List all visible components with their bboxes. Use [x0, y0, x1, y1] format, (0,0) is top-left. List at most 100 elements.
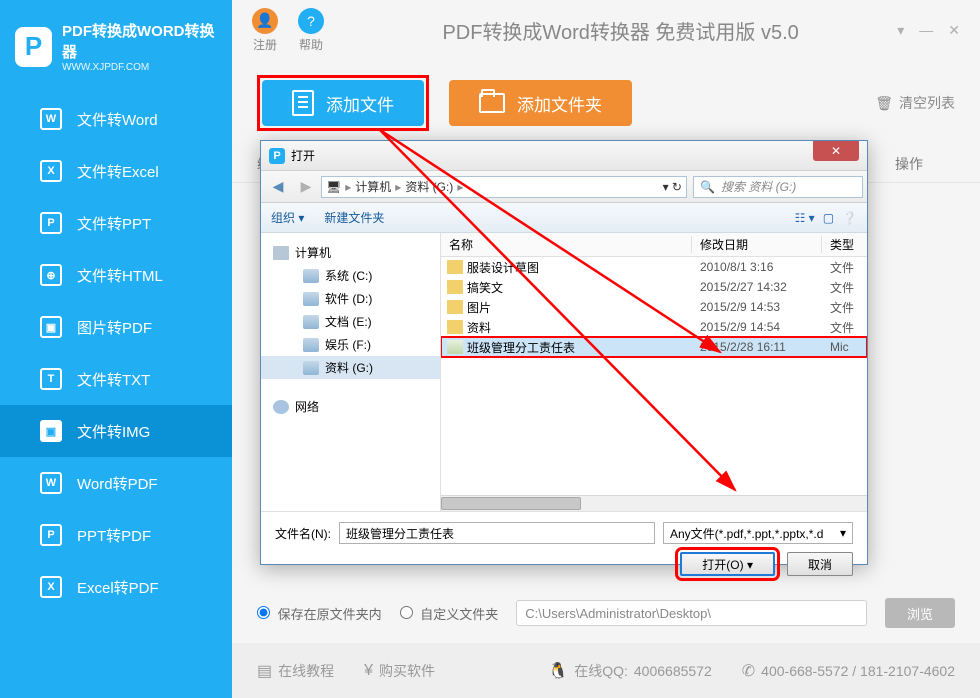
file-filter-select[interactable]: Any文件(*.pdf,*.ppt,*.pptx,*.d▾ — [663, 522, 853, 544]
menu-label: 文件转TXT — [77, 369, 150, 390]
folder-icon — [447, 280, 463, 294]
menu-label: 文件转IMG — [77, 421, 150, 442]
file-row[interactable]: 服装设计草图2010/8/1 3:16文件 — [441, 257, 867, 277]
add-file-button[interactable]: 添加文件 — [262, 80, 424, 126]
tree-item[interactable]: 计算机 — [261, 241, 440, 264]
tree-item[interactable]: 娱乐 (F:) — [261, 333, 440, 356]
folder-tree: 计算机系统 (C:)软件 (D:)文档 (E:)娱乐 (F:)资料 (G:) 网络 — [261, 233, 441, 511]
add-file-highlight: 添加文件 — [257, 75, 429, 131]
buy-link[interactable]: ¥购买软件 — [364, 661, 435, 681]
menu-icon: ▣ — [40, 316, 62, 338]
col-name-header[interactable]: 名称 — [441, 236, 692, 253]
organize-menu[interactable]: 组织 ▾ — [271, 209, 304, 226]
dialog-body: 计算机系统 (C:)软件 (D:)文档 (E:)娱乐 (F:)资料 (G:) 网络… — [261, 233, 867, 511]
menu-icon: ⊕ — [40, 264, 62, 286]
tree-item[interactable]: 网络 — [261, 395, 440, 418]
drive-icon — [303, 292, 319, 306]
sidebar-item-8[interactable]: PPPT转PDF — [0, 509, 232, 561]
sidebar-item-2[interactable]: P 文件转PPT — [0, 197, 232, 249]
path-breadcrumb[interactable]: 🖥▸ 计算机▸ 资料 (G:)▸ ▾ ↻ — [321, 176, 687, 198]
open-button[interactable]: 打开(O) ▾ — [680, 552, 775, 576]
sidebar-item-5[interactable]: T 文件转TXT — [0, 353, 232, 405]
logo-icon: P — [15, 27, 52, 67]
dropdown-icon[interactable]: ▾ — [897, 22, 904, 39]
menu-label: 文件转Excel — [77, 161, 159, 182]
tree-item[interactable]: 软件 (D:) — [261, 287, 440, 310]
tree-item[interactable]: 文档 (E:) — [261, 310, 440, 333]
menu-icon: X — [40, 576, 62, 598]
menu-icon: T — [40, 368, 62, 390]
col-type-header[interactable]: 类型 — [822, 236, 867, 253]
dialog-close-button[interactable]: ✕ — [813, 141, 859, 161]
menu-icon: P — [40, 212, 62, 234]
sidebar-item-3[interactable]: ⊕ 文件转HTML — [0, 249, 232, 301]
yen-icon: ¥ — [364, 662, 373, 680]
logo-subtitle: WWW.XJPDF.COM — [62, 62, 217, 73]
register-button[interactable]: 👤 注册 — [252, 8, 278, 53]
search-input[interactable]: 🔍 搜索 资料 (G:) — [693, 176, 863, 198]
preview-pane-button[interactable]: ▢ — [823, 211, 834, 225]
nav-back-button[interactable]: ◀ — [265, 175, 291, 199]
phone-contact[interactable]: ✆400-668-5572 / 181-2107-4602 — [742, 661, 955, 681]
view-mode-button[interactable]: ☷ ▾ — [795, 211, 815, 225]
minimize-icon[interactable]: — — [919, 22, 933, 39]
dialog-footer: 文件名(N): Any文件(*.pdf,*.ppt,*.pptx,*.d▾ 打开… — [261, 511, 867, 586]
file-row[interactable]: 搞笑文2015/2/27 14:32文件 — [441, 277, 867, 297]
tree-item[interactable]: 系统 (C:) — [261, 264, 440, 287]
col-date-header[interactable]: 修改日期 — [692, 236, 822, 253]
dialog-toolbar: 组织 ▾ 新建文件夹 ☷ ▾ ▢ ❔ — [261, 203, 867, 233]
browse-button[interactable]: 浏览 — [885, 598, 955, 628]
cancel-button[interactable]: 取消 — [787, 552, 853, 576]
dialog-title: 打开 — [291, 147, 315, 164]
output-options: 保存在原文件夹内 自定义文件夹 浏览 — [257, 598, 955, 628]
app-title: PDF转换成Word转换器 免费试用版 v5.0 — [344, 16, 897, 45]
comp-icon — [273, 246, 289, 260]
trash-icon: 🗑 — [875, 95, 893, 112]
file-row[interactable]: 资料2015/2/9 14:54文件 — [441, 317, 867, 337]
menu-icon: X — [40, 160, 62, 182]
sidebar-item-6[interactable]: ▣ 文件转IMG — [0, 405, 232, 457]
close-icon[interactable]: ✕ — [948, 22, 960, 39]
filename-label: 文件名(N): — [275, 525, 331, 542]
file-list: 名称 修改日期 类型 服装设计草图2010/8/1 3:16文件搞笑文2015/… — [441, 233, 867, 511]
menu-label: 图片转PDF — [77, 317, 152, 338]
sidebar-item-9[interactable]: XExcel转PDF — [0, 561, 232, 613]
filename-input[interactable] — [339, 522, 655, 544]
output-path-input[interactable] — [516, 600, 867, 626]
sidebar-item-0[interactable]: W文件转Word — [0, 93, 232, 145]
sidebar-item-7[interactable]: WWord转PDF — [0, 457, 232, 509]
add-folder-button[interactable]: 添加文件夹 — [449, 80, 632, 126]
clear-list-button[interactable]: 🗑 清空列表 — [875, 93, 955, 113]
net-icon — [273, 400, 289, 414]
drive-icon — [303, 269, 319, 283]
window-controls: ▾ — ✕ — [897, 22, 960, 39]
menu-icon: P — [40, 524, 62, 546]
horizontal-scrollbar[interactable] — [441, 495, 867, 511]
menu-label: 文件转PPT — [77, 213, 151, 234]
help-button[interactable]: ? 帮助 — [298, 8, 324, 53]
footer: ▤在线教程 ¥购买软件 🐧在线QQ:4006685572 ✆400-668-55… — [232, 643, 980, 698]
tree-item[interactable]: 资料 (G:) — [261, 356, 440, 379]
new-folder-button[interactable]: 新建文件夹 — [324, 209, 384, 226]
sidebar-item-1[interactable]: X 文件转Excel — [0, 145, 232, 197]
qq-contact[interactable]: 🐧在线QQ:4006685572 — [548, 661, 711, 681]
drive-icon — [303, 315, 319, 329]
custom-folder-option[interactable]: 自定义文件夹 — [400, 604, 499, 623]
menu-label: 文件转Word — [77, 109, 158, 130]
nav-forward-button[interactable]: ▶ — [293, 175, 319, 199]
menu-icon: ▣ — [40, 420, 62, 442]
menu-label: 文件转HTML — [77, 265, 163, 286]
folder-icon — [479, 93, 505, 113]
user-icon: 👤 — [252, 8, 278, 34]
save-original-option[interactable]: 保存在原文件夹内 — [257, 604, 382, 623]
sidebar-item-4[interactable]: ▣ 图片转PDF — [0, 301, 232, 353]
menu-label: Word转PDF — [77, 473, 158, 494]
tutorial-link[interactable]: ▤在线教程 — [257, 661, 334, 681]
document-icon — [292, 90, 314, 116]
help-button[interactable]: ❔ — [842, 211, 857, 225]
action-bar: 添加文件 添加文件夹 🗑 清空列表 — [232, 60, 980, 146]
file-row[interactable]: 图片2015/2/9 14:53文件 — [441, 297, 867, 317]
topbar: 👤 注册 ? 帮助 PDF转换成Word转换器 免费试用版 v5.0 ▾ — ✕ — [232, 0, 980, 60]
folder-icon — [447, 260, 463, 274]
file-row[interactable]: 班级管理分工责任表2015/2/28 16:11Mic — [441, 337, 867, 357]
